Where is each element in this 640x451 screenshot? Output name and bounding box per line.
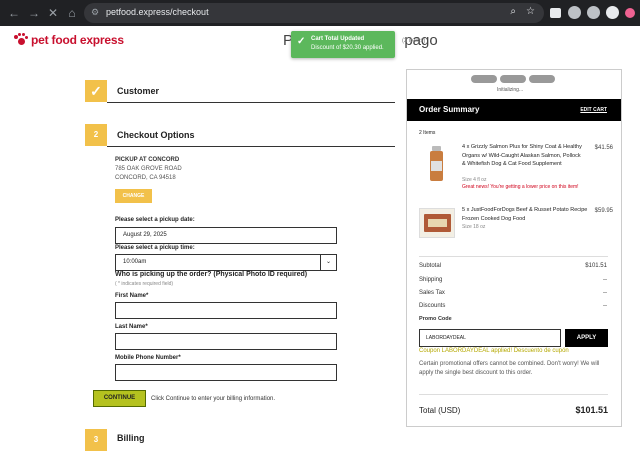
cart-updated-toast: ✓ Cart Total Updated Discount of $20.30 …	[291, 31, 395, 58]
chevron-down-icon[interactable]: ⌄	[320, 255, 336, 270]
step-customer-title: Customer	[117, 86, 160, 96]
extension-icon[interactable]	[587, 6, 600, 19]
initializing-text: Initializing...	[497, 87, 524, 93]
order-summary-title: Order Summary	[419, 105, 480, 114]
divider	[419, 394, 608, 395]
product-image-beef-potato[interactable]	[419, 208, 455, 238]
pickup-address-line1: 785 OAK GROVE ROAD	[115, 166, 182, 172]
promo-note: Certain promotional offers cannot be com…	[419, 361, 600, 376]
shipping-value: --	[603, 277, 607, 283]
last-name-field[interactable]	[115, 333, 337, 350]
required-note: ( * indicates required field)	[115, 281, 174, 287]
step-number: 3	[85, 429, 107, 451]
divider	[419, 256, 608, 257]
change-store-button[interactable]: CHANGE	[115, 189, 152, 203]
promo-code-input[interactable]: LABORDAYDEAL	[419, 329, 561, 347]
loading-indicator	[529, 75, 555, 83]
edit-cart-link[interactable]: EDIT CART	[580, 107, 607, 113]
phone-label: Mobile Phone Number*	[115, 355, 181, 361]
sales-tax-label: Sales Tax	[419, 290, 445, 296]
stop-icon[interactable]: ✕	[45, 5, 61, 21]
loading-indicator	[471, 75, 497, 83]
discounts-label: Discounts	[419, 303, 446, 309]
subtotal-value: $101.51	[585, 263, 607, 269]
pickup-time-select[interactable]: 10:00am ⌄	[115, 254, 337, 271]
bookmark-star-icon[interactable]: ☆	[526, 6, 535, 17]
promo-code-label: Promo Code	[419, 316, 452, 322]
discounts-value: --	[603, 303, 607, 309]
shipping-label: Shipping	[419, 277, 443, 283]
last-name-label: Last Name*	[115, 324, 148, 330]
pickup-date-label: Please select a pickup date:	[115, 217, 195, 223]
step-billing-title: Billing	[117, 433, 145, 443]
forward-icon[interactable]: →	[26, 5, 42, 21]
address-bar[interactable]: ⚙ petfood.express/checkout ⌕ ☆	[84, 3, 544, 23]
subtotal-label: Subtotal	[419, 263, 442, 269]
item-price: $59.95	[594, 208, 613, 214]
toast-title: Cart Total Updated	[311, 36, 365, 42]
divider	[107, 102, 395, 103]
order-summary-header: Order Summary EDIT CART	[407, 99, 621, 121]
pickup-time-label: Please select a pickup time:	[115, 245, 195, 251]
item-name[interactable]: 4 x Grizzly Salmon Plus for Shiny Coat &…	[462, 143, 584, 169]
item-size: Size 4 fl oz	[462, 177, 487, 183]
url-text[interactable]: petfood.express/checkout	[106, 7, 209, 17]
step-customer-check-icon: ✓	[85, 80, 107, 102]
first-name-label: First Name*	[115, 293, 149, 299]
extension-icon[interactable]	[568, 6, 581, 19]
home-icon[interactable]: ⌂	[64, 5, 80, 21]
total-label: Total (USD)	[419, 406, 461, 415]
items-count: (2 items)	[402, 38, 426, 44]
pickup-time-value: 10:00am	[123, 259, 147, 265]
continue-hint: Click Continue to enter your billing inf…	[151, 396, 276, 402]
apply-promo-button[interactable]: APPLY	[565, 329, 608, 347]
site-logo[interactable]: pet food express	[14, 33, 124, 47]
promo-applied-message: Coupon LABORDAYDEAL applied! Descuento d…	[419, 348, 569, 354]
browser-toolbar: ← → ✕ ⌂ ⚙ petfood.express/checkout ⌕ ☆	[0, 0, 640, 26]
product-image-salmon-oil[interactable]	[419, 144, 457, 184]
check-icon: ✓	[297, 36, 306, 47]
profile-icon[interactable]	[625, 8, 635, 18]
phone-field[interactable]	[115, 364, 337, 381]
item-lower-price-note: Great news! You're getting a lower price…	[462, 184, 579, 190]
continue-button[interactable]: CONTINUE	[93, 390, 146, 407]
step-number: 2	[85, 124, 107, 146]
divider	[107, 146, 395, 147]
pickup-date-field[interactable]: August 29, 2025	[115, 227, 337, 244]
back-icon[interactable]: ←	[6, 5, 22, 21]
pickup-address-line2: CONCORD, CA 94518	[115, 175, 176, 181]
sales-tax-value: --	[603, 290, 607, 296]
who-picks-up-heading: Who is picking up the order? (Physical P…	[115, 271, 308, 278]
summary-items-count: 2 Items	[419, 130, 436, 136]
item-price: $41.56	[594, 145, 613, 151]
extension-icon[interactable]	[606, 6, 619, 19]
total-value: $101.51	[575, 405, 608, 415]
item-name[interactable]: 5 x JustFoodForDogs Beef & Russet Potato…	[462, 206, 602, 223]
item-size: Size 18 oz	[462, 224, 486, 230]
first-name-field[interactable]	[115, 302, 337, 319]
logo-text: pet food express	[31, 33, 124, 47]
step-checkout-options-title: Checkout Options	[117, 130, 195, 140]
site-info-icon[interactable]: ⚙	[91, 7, 101, 17]
loading-indicator	[500, 75, 526, 83]
toast-message: Discount of $20.30 applied.	[311, 45, 384, 51]
zoom-icon[interactable]: ⌕	[510, 6, 516, 17]
pickup-store-name: PICKUP AT CONCORD	[115, 157, 180, 163]
mail-icon[interactable]	[550, 8, 561, 18]
paw-icon	[14, 33, 28, 47]
